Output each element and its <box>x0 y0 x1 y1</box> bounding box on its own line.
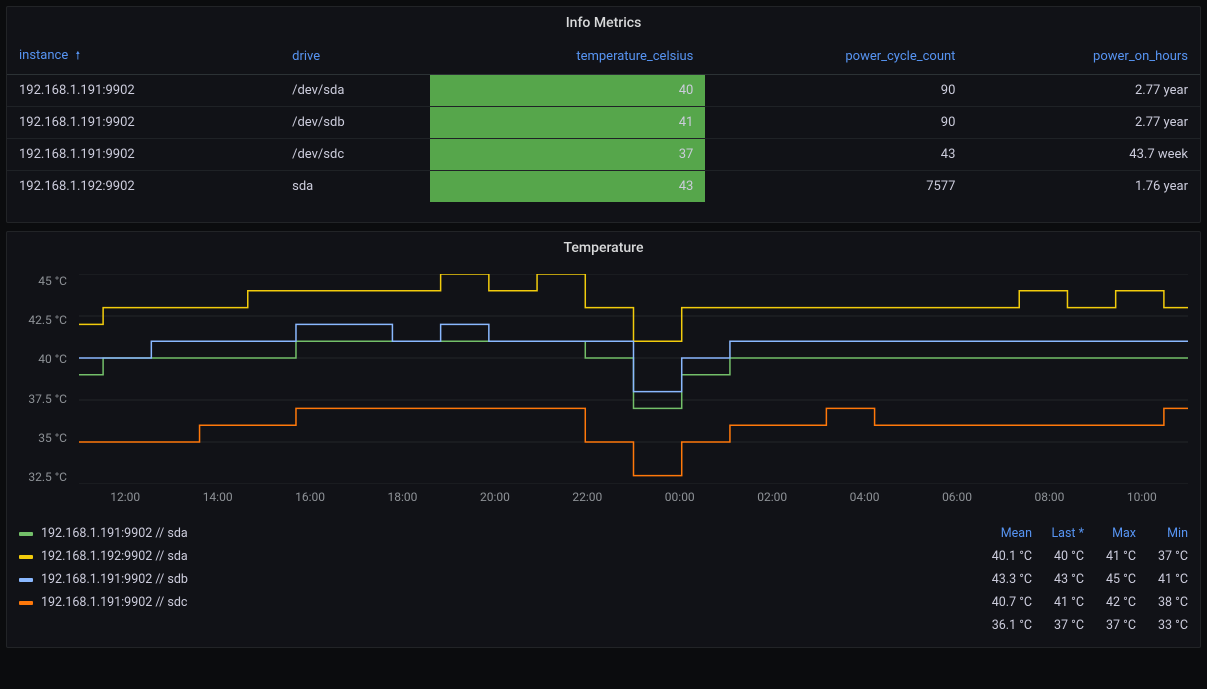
legend-swatch <box>19 601 33 605</box>
x-tick: 00:00 <box>634 490 726 514</box>
stat-max: 37 °C <box>1084 618 1136 633</box>
cell-power-on: 43.7 week <box>967 139 1200 171</box>
col-power-on[interactable]: power_on_hours <box>967 39 1200 75</box>
cell-drive: sda <box>280 171 430 203</box>
y-axis: 45 °C 42.5 °C 40 °C 37.5 °C 35 °C 32.5 °C <box>19 274 75 484</box>
col-temperature[interactable]: temperature_celsius <box>430 39 706 75</box>
x-tick: 02:00 <box>726 490 818 514</box>
x-axis: 12:0014:0016:0018:0020:0022:0000:0002:00… <box>79 490 1188 514</box>
stat-max: 42 °C <box>1084 595 1136 610</box>
cell-instance: 192.168.1.191:9902 <box>7 139 280 171</box>
cell-temperature: 40 <box>430 75 706 107</box>
temperature-panel: Temperature 45 °C 42.5 °C 40 °C 37.5 °C 35 °… <box>6 231 1201 648</box>
stat-last: 40 °C <box>1032 549 1084 564</box>
legend-stats-header: Mean Last * Max Min <box>980 522 1188 545</box>
cell-power-cycle: 90 <box>705 107 967 139</box>
legend-item[interactable]: 192.168.1.191:9902 // sda <box>19 522 980 545</box>
table-row[interactable]: 192.168.1.192:9902sda4375771.76 year <box>7 171 1200 203</box>
x-tick: 20:00 <box>449 490 541 514</box>
cell-power-cycle: 90 <box>705 75 967 107</box>
y-tick: 45 °C <box>19 274 67 288</box>
plot[interactable] <box>79 274 1188 484</box>
legend-swatch <box>19 578 33 582</box>
stat-min: 38 °C <box>1136 595 1188 610</box>
info-metrics-panel: Info Metrics instance 🠕 drive temperatur… <box>6 6 1201 223</box>
cell-temperature: 41 <box>430 107 706 139</box>
y-tick: 32.5 °C <box>19 470 67 484</box>
x-tick: 22:00 <box>541 490 633 514</box>
stat-min: 41 °C <box>1136 572 1188 587</box>
panel-title[interactable]: Info Metrics <box>7 7 1200 39</box>
stats-mean-label[interactable]: Mean <box>980 526 1032 541</box>
stat-last: 37 °C <box>1032 618 1084 633</box>
stat-mean: 36.1 °C <box>980 618 1032 633</box>
legend-stats-row: 40.1 °C40 °C41 °C37 °C <box>980 545 1188 568</box>
table-row[interactable]: 192.168.1.191:9902/dev/sdc374343.7 week <box>7 139 1200 171</box>
stat-last: 41 °C <box>1032 595 1084 610</box>
stat-min: 37 °C <box>1136 549 1188 564</box>
x-tick: 18:00 <box>356 490 448 514</box>
chart-area[interactable]: 45 °C 42.5 °C 40 °C 37.5 °C 35 °C 32.5 °C 12:… <box>19 274 1188 514</box>
stat-min: 33 °C <box>1136 618 1188 633</box>
legend-item[interactable]: 192.168.1.192:9902 // sda <box>19 545 980 568</box>
cell-power-cycle: 7577 <box>705 171 967 203</box>
cell-power-on: 2.77 year <box>967 75 1200 107</box>
legend-item[interactable]: 192.168.1.191:9902 // sdc <box>19 591 980 614</box>
legend-label: 192.168.1.191:9902 // sdb <box>41 572 188 587</box>
legend-label: 192.168.1.191:9902 // sda <box>41 526 188 541</box>
stat-max: 45 °C <box>1084 572 1136 587</box>
x-tick: 14:00 <box>171 490 263 514</box>
cell-drive: /dev/sdc <box>280 139 430 171</box>
cell-temperature: 37 <box>430 139 706 171</box>
panel-title[interactable]: Temperature <box>7 232 1200 264</box>
legend-swatch <box>19 532 33 536</box>
metrics-table: instance 🠕 drive temperature_celsius pow… <box>7 39 1200 202</box>
cell-instance: 192.168.1.191:9902 <box>7 107 280 139</box>
cell-power-on: 1.76 year <box>967 171 1200 203</box>
legend-label: 192.168.1.192:9902 // sda <box>41 549 188 564</box>
legend-stats-row: 40.7 °C41 °C42 °C38 °C <box>980 591 1188 614</box>
legend: 192.168.1.191:9902 // sda 192.168.1.192:9… <box>19 522 1188 637</box>
cell-instance: 192.168.1.192:9902 <box>7 171 280 203</box>
cell-instance: 192.168.1.191:9902 <box>7 75 280 107</box>
col-instance-label: instance <box>19 48 68 63</box>
y-tick: 40 °C <box>19 352 67 366</box>
legend-stats-row: 43.3 °C43 °C45 °C41 °C <box>980 568 1188 591</box>
stats-min-label[interactable]: Min <box>1136 526 1188 541</box>
x-tick: 06:00 <box>911 490 1003 514</box>
legend-label: 192.168.1.191:9902 // sdc <box>41 595 187 610</box>
col-power-cycle[interactable]: power_cycle_count <box>705 39 967 75</box>
chart-series-line[interactable] <box>79 274 1188 341</box>
legend-item[interactable]: 192.168.1.191:9902 // sdb <box>19 568 980 591</box>
stat-max: 41 °C <box>1084 549 1136 564</box>
table-row[interactable]: 192.168.1.191:9902/dev/sda40902.77 year <box>7 75 1200 107</box>
col-drive[interactable]: drive <box>280 39 430 75</box>
y-tick: 37.5 °C <box>19 392 67 406</box>
stat-mean: 40.1 °C <box>980 549 1032 564</box>
x-tick: 12:00 <box>79 490 171 514</box>
cell-power-on: 2.77 year <box>967 107 1200 139</box>
x-tick: 04:00 <box>818 490 910 514</box>
stat-mean: 43.3 °C <box>980 572 1032 587</box>
cell-drive: /dev/sdb <box>280 107 430 139</box>
stat-mean: 40.7 °C <box>980 595 1032 610</box>
stats-last-label[interactable]: Last * <box>1032 526 1084 541</box>
y-tick: 35 °C <box>19 431 67 445</box>
stat-last: 43 °C <box>1032 572 1084 587</box>
chart-svg <box>79 274 1188 484</box>
sort-asc-icon: 🠕 <box>76 49 81 62</box>
cell-temperature: 43 <box>430 171 706 203</box>
legend-stats-row: 36.1 °C37 °C37 °C33 °C <box>980 614 1188 637</box>
cell-power-cycle: 43 <box>705 139 967 171</box>
x-tick: 08:00 <box>1003 490 1095 514</box>
stats-max-label[interactable]: Max <box>1084 526 1136 541</box>
col-instance[interactable]: instance 🠕 <box>7 39 280 75</box>
x-tick: 16:00 <box>264 490 356 514</box>
cell-drive: /dev/sda <box>280 75 430 107</box>
x-tick: 10:00 <box>1096 490 1188 514</box>
legend-swatch <box>19 555 33 559</box>
y-tick: 42.5 °C <box>19 313 67 327</box>
table-row[interactable]: 192.168.1.191:9902/dev/sdb41902.77 year <box>7 107 1200 139</box>
